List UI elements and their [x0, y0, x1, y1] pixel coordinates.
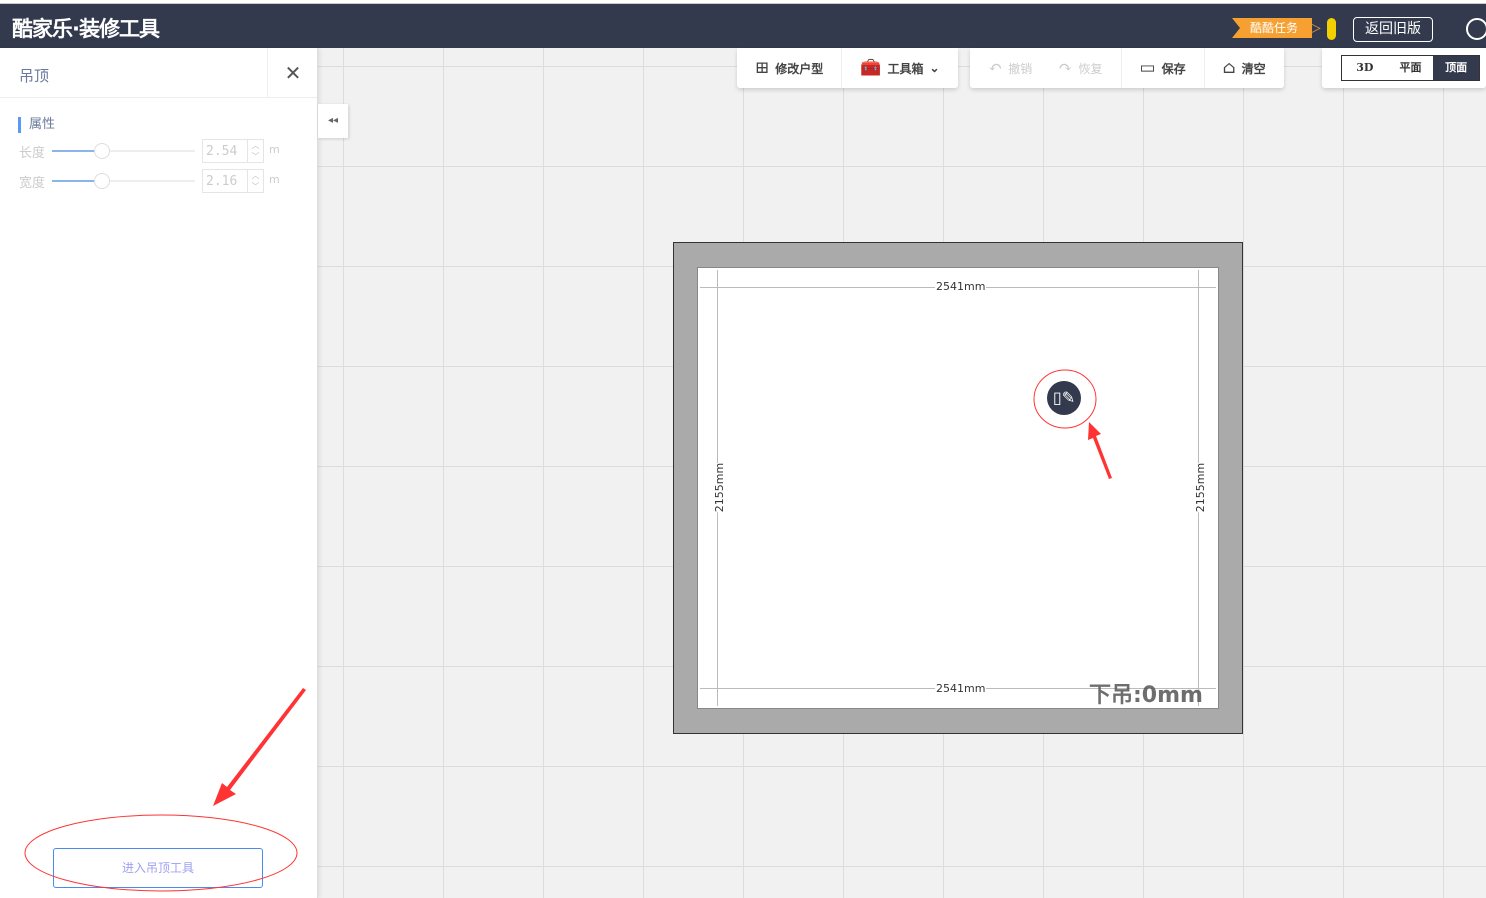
toolbox-icon: 🧰 — [860, 58, 882, 78]
toolbox-button[interactable]: 🧰 工具箱 ⌄ — [842, 48, 957, 88]
width-input[interactable]: 2.16 ︿ ﹀ — [202, 169, 264, 193]
collapse-panel-button[interactable]: ◂◂ — [318, 104, 348, 138]
chevron-right-icon: ▷ — [1310, 20, 1321, 36]
coin-icon[interactable] — [1327, 18, 1336, 40]
room-ceiling-area[interactable] — [697, 267, 1219, 709]
drop-height-label: 下吊:0mm — [1089, 683, 1203, 708]
toolbar-group-1: ⊞ 修改户型 🧰 工具箱 ⌄ — [737, 48, 958, 88]
view-plan-tab[interactable]: 平面 — [1388, 56, 1434, 80]
top-bar: 酷家乐·装修工具 酷酷任务 ▷ 返回旧版 — [0, 3, 1486, 48]
panel-title: 吊顶 — [19, 67, 50, 85]
redo-button[interactable]: ↷ 恢复 — [1040, 48, 1122, 88]
undo-icon: ↶ — [988, 58, 1003, 78]
section-title: 属性 — [18, 117, 55, 133]
floorplan-icon: ⊞ — [755, 58, 770, 78]
dimension-top: 2541mm — [935, 280, 987, 293]
clear-button[interactable]: ⌂ 清空 — [1205, 48, 1284, 88]
length-label: 长度 — [19, 146, 46, 161]
chevron-down-icon: ⌄ — [929, 61, 940, 75]
enter-ceiling-tool-button[interactable]: 进入吊顶工具 — [53, 848, 263, 888]
length-slider[interactable] — [52, 143, 195, 159]
broom-icon: ⌂ — [1222, 58, 1236, 78]
toolbar-group-2: ↶ 撤销 ↷ 恢复 ▭ 保存 ⌂ 清空 — [970, 48, 1284, 88]
view-3d-tab[interactable]: 3D — [1342, 56, 1388, 80]
width-label: 宽度 — [19, 176, 46, 191]
dimension-left: 2155mm — [713, 462, 727, 513]
width-slider[interactable] — [52, 173, 195, 189]
dimension-right: 2155mm — [1194, 462, 1208, 513]
width-stepper[interactable]: ︿ ﹀ — [247, 170, 263, 192]
edit-layout-button[interactable]: ⊞ 修改户型 — [737, 48, 843, 88]
ruler-pencil-icon[interactable]: ▯✎ — [1047, 381, 1081, 415]
task-button[interactable]: 酷酷任务 — [1232, 18, 1312, 38]
user-icon[interactable] — [1466, 18, 1486, 40]
redo-icon: ↷ — [1058, 58, 1073, 78]
length-stepper[interactable]: ︿ ﹀ — [247, 140, 263, 162]
undo-button[interactable]: ↶ 撤销 — [970, 48, 1040, 88]
width-row: 宽度 2.16 ︿ ﹀ m — [19, 169, 280, 193]
view-switch: 3D 平面 顶面 — [1341, 55, 1480, 81]
logo: 酷家乐·装修工具 — [12, 17, 160, 41]
old-version-button[interactable]: 返回旧版 — [1353, 17, 1433, 42]
save-icon: ▭ — [1139, 58, 1156, 78]
save-button[interactable]: ▭ 保存 — [1122, 48, 1205, 88]
dimension-bottom: 2541mm — [935, 682, 987, 695]
view-ceiling-tab[interactable]: 顶面 — [1433, 56, 1480, 80]
length-input[interactable]: 2.54 ︿ ﹀ — [202, 139, 264, 163]
length-row: 长度 2.54 ︿ ﹀ m — [19, 139, 280, 163]
property-panel: 吊顶 ✕ 属性 长度 2.54 ︿ ﹀ m 宽度 2.16 ︿ ﹀ m 进入吊顶工具 — [0, 48, 318, 898]
close-icon[interactable]: ✕ — [267, 48, 318, 98]
room-walls[interactable] — [673, 242, 1243, 734]
